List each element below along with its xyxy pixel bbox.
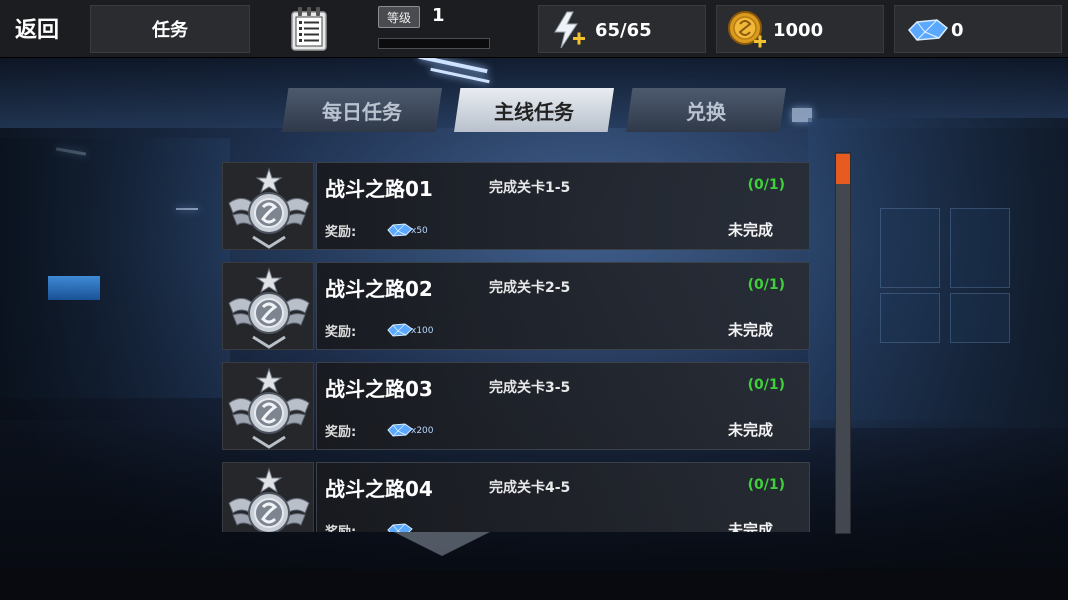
quest-name: 战斗之路04	[325, 477, 433, 501]
wall-monitor	[48, 276, 100, 300]
page-title: 任务	[90, 5, 250, 53]
quest-condition: 完成关卡3-5	[489, 380, 571, 396]
quest-status: 未完成	[727, 421, 773, 439]
quest-body: 战斗之路03 完成关卡3-5 (0/1) 奖励: x200 未完成	[316, 362, 810, 450]
blue-gem-icon	[387, 421, 413, 439]
bottom-bar	[0, 570, 1068, 600]
winged-star-emblem-icon	[222, 262, 314, 350]
scroll-down-arrow-icon[interactable]	[392, 530, 492, 558]
tab-exchange[interactable]: 兑换	[626, 88, 786, 132]
scrollbar-thumb[interactable]	[836, 154, 850, 184]
level-value: 1	[432, 5, 445, 26]
lightning-plus-icon	[549, 10, 589, 50]
reward-amount: x200	[411, 426, 434, 436]
top-bar: 返回 任务 等级 1 65/65 1000 0	[0, 0, 1068, 58]
gem-value: 0	[951, 19, 964, 41]
quest-row[interactable]: 战斗之路01 完成关卡1-5 (0/1) 奖励: x50 未完成	[218, 162, 814, 250]
wall-panel	[950, 208, 1010, 288]
blue-gem-icon	[387, 321, 413, 339]
quest-name: 战斗之路03	[325, 377, 433, 401]
blue-gem-icon	[905, 10, 949, 50]
clipboard-icon	[288, 6, 330, 52]
left-wall	[0, 138, 230, 398]
gem-counter[interactable]: 0	[894, 5, 1062, 53]
quest-progress: (0/1)	[747, 477, 785, 493]
gold-value: 1000	[773, 19, 824, 41]
wall-panel	[880, 293, 940, 343]
back-button[interactable]: 返回	[6, 8, 68, 48]
reward-label: 奖励:	[325, 325, 357, 340]
quest-row[interactable]: 战斗之路03 完成关卡3-5 (0/1) 奖励: x200 未完成	[218, 362, 814, 450]
quest-body: 战斗之路04 完成关卡4-5 (0/1) 奖励: 未完成	[316, 462, 810, 532]
scrollbar-track[interactable]	[835, 152, 851, 534]
quest-status: 未完成	[727, 521, 773, 532]
quest-name: 战斗之路02	[325, 277, 433, 301]
quest-body: 战斗之路01 完成关卡1-5 (0/1) 奖励: x50 未完成	[316, 162, 810, 250]
energy-value: 65/65	[595, 19, 652, 41]
wall-panel	[950, 293, 1010, 343]
level-tag: 等级	[378, 6, 420, 28]
reward-label: 奖励:	[325, 425, 357, 440]
quest-progress: (0/1)	[747, 177, 785, 193]
quest-list[interactable]: 战斗之路01 完成关卡1-5 (0/1) 奖励: x50 未完成 战斗之路02 …	[218, 160, 818, 532]
winged-star-emblem-icon	[222, 462, 314, 532]
quest-row[interactable]: 战斗之路02 完成关卡2-5 (0/1) 奖励: x100 未完成	[218, 262, 814, 350]
tab-main-tasks[interactable]: 主线任务	[454, 88, 614, 132]
reward-label: 奖励:	[325, 225, 357, 240]
quest-progress: (0/1)	[747, 377, 785, 393]
quest-status: 未完成	[727, 321, 773, 339]
quest-body: 战斗之路02 完成关卡2-5 (0/1) 奖励: x100 未完成	[316, 262, 810, 350]
quest-condition: 完成关卡1-5	[489, 180, 571, 196]
reward-amount: x100	[411, 326, 434, 336]
reward-label: 奖励:	[325, 521, 356, 532]
quest-condition: 完成关卡2-5	[489, 280, 571, 296]
quest-row[interactable]: 战斗之路04 完成关卡4-5 (0/1) 奖励: 未完成	[218, 462, 814, 532]
blue-gem-icon	[387, 221, 413, 239]
winged-star-emblem-icon	[222, 362, 314, 450]
quest-status: 未完成	[727, 221, 773, 239]
energy-counter[interactable]: 65/65	[538, 5, 706, 53]
gold-coin-plus-icon	[727, 10, 767, 50]
experience-bar	[378, 38, 490, 49]
quest-condition: 完成关卡4-5	[489, 480, 571, 496]
wall-panel	[880, 208, 940, 288]
reward-amount: x50	[411, 226, 428, 236]
tab-daily-tasks[interactable]: 每日任务	[282, 88, 442, 132]
level-display: 等级 1	[378, 5, 490, 53]
winged-star-emblem-icon	[222, 162, 314, 250]
gold-counter[interactable]: 1000	[716, 5, 884, 53]
quest-progress: (0/1)	[747, 277, 785, 293]
quest-name: 战斗之路01	[325, 177, 433, 201]
